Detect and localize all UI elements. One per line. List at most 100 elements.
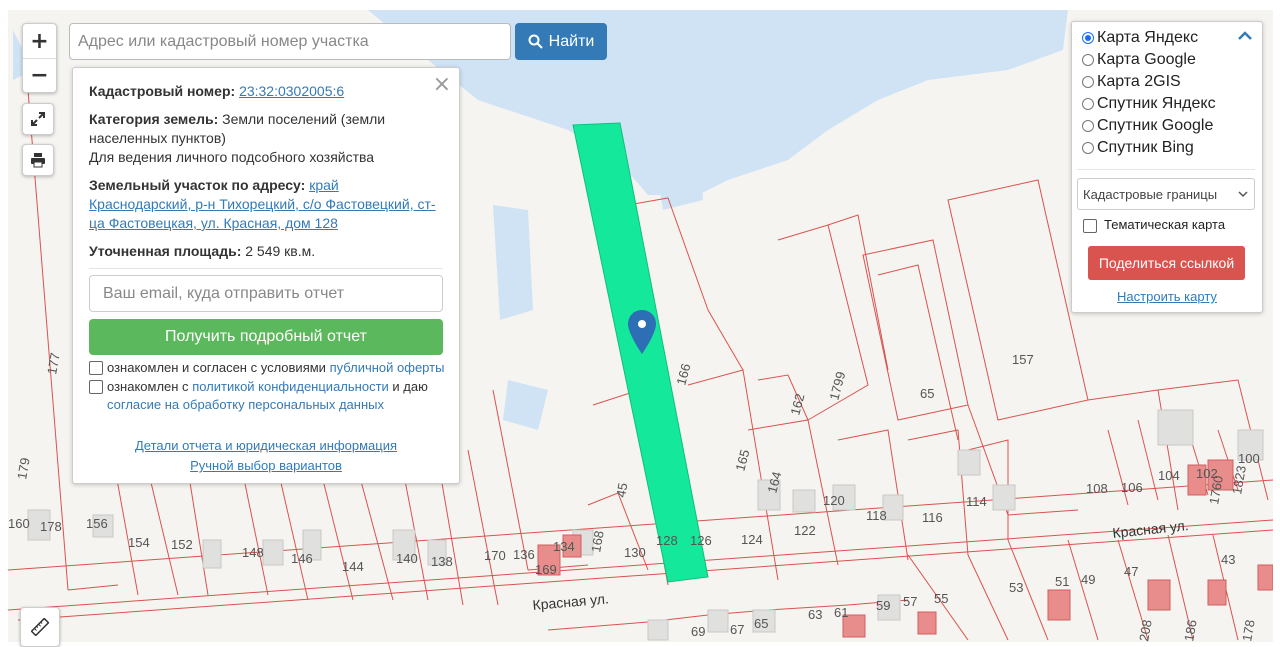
pond bbox=[503, 380, 548, 430]
cadastral-number-link[interactable]: 23:32:0302005:6 bbox=[239, 83, 344, 99]
radio-button[interactable] bbox=[1082, 98, 1094, 110]
parcel-number: 136 bbox=[513, 547, 535, 562]
area-label: Уточненная площадь: bbox=[89, 243, 242, 259]
parcel-number: 1799 bbox=[826, 370, 848, 402]
parcel-number: 160 bbox=[8, 516, 30, 531]
parcel-number: 130 bbox=[624, 545, 646, 560]
offer-link[interactable]: публичной оферты bbox=[330, 360, 445, 375]
fullscreen-button[interactable] bbox=[22, 103, 54, 135]
search-input[interactable] bbox=[69, 23, 511, 60]
report-details-link[interactable]: Детали отчета и юридическая информация bbox=[73, 437, 459, 455]
parcel-number: 124 bbox=[741, 532, 763, 547]
chevron-up-icon[interactable] bbox=[1238, 28, 1252, 46]
parcel-number: 108 bbox=[1086, 481, 1108, 496]
parcel-number: 134 bbox=[553, 539, 575, 554]
area-row: Уточненная площадь: 2 549 кв.м. bbox=[89, 242, 315, 261]
parcel-number: 138 bbox=[431, 554, 453, 569]
parcel-number: 148 bbox=[242, 545, 264, 560]
overlay-select-value: Кадастровые границы bbox=[1083, 186, 1218, 202]
pond bbox=[493, 205, 533, 320]
parcel-number: 47 bbox=[1124, 564, 1138, 579]
parcel-number: 57 bbox=[903, 594, 917, 609]
parcel-number: 120 bbox=[823, 493, 845, 508]
search-button-label: Найти bbox=[548, 32, 595, 50]
parcel-number: 69 bbox=[691, 624, 705, 639]
parcel-number: 116 bbox=[922, 510, 943, 525]
privacy-and-text: и даю bbox=[392, 379, 428, 394]
thematic-map-label: Тематическая карта bbox=[1104, 217, 1226, 232]
parcel-number: 106 bbox=[1121, 480, 1143, 495]
parcel-number: 45 bbox=[613, 482, 630, 499]
layer-google-satellite[interactable]: Спутник Google bbox=[1082, 117, 1213, 135]
usage-text: Для ведения личного подсобного хозяйства bbox=[89, 149, 375, 165]
parcel-number: 156 bbox=[86, 516, 108, 531]
parcel-number: 179 bbox=[14, 457, 33, 481]
offer-checkbox[interactable] bbox=[89, 361, 103, 375]
print-button[interactable] bbox=[22, 144, 54, 176]
layer-google-map[interactable]: Карта Google bbox=[1082, 51, 1196, 69]
printer-icon bbox=[31, 153, 45, 168]
parcel-number: 114 bbox=[966, 494, 987, 509]
street-label: Красная ул. bbox=[1112, 517, 1190, 541]
thematic-map-checkbox[interactable] bbox=[1083, 219, 1097, 233]
close-icon[interactable]: × bbox=[433, 72, 451, 97]
parcel-number: 104 bbox=[1158, 468, 1180, 483]
radio-button[interactable] bbox=[1082, 32, 1094, 44]
parcel-number: 157 bbox=[1012, 352, 1034, 367]
email-field[interactable] bbox=[89, 275, 443, 312]
radio-button[interactable] bbox=[1082, 142, 1094, 154]
parcel-number: 63 bbox=[808, 607, 822, 622]
chevron-down-icon bbox=[1238, 191, 1248, 198]
layer-label: Спутник Яндекс bbox=[1097, 95, 1216, 112]
ruler-button[interactable] bbox=[20, 607, 60, 647]
parcel-number: 49 bbox=[1081, 572, 1095, 587]
parcel-number: 170 bbox=[484, 548, 506, 563]
parcel-number: 126 bbox=[690, 533, 712, 548]
zoom-in-button[interactable]: + bbox=[23, 25, 56, 58]
offer-agreement-text: ознакомлен и согласен с условиями публич… bbox=[107, 359, 444, 377]
parcel-number: 146 bbox=[291, 551, 313, 566]
parcel-number: 166 bbox=[673, 362, 693, 387]
get-report-button[interactable]: Получить подробный отчет bbox=[89, 319, 443, 355]
cadastral-label: Кадастровый номер: bbox=[89, 83, 236, 99]
consent-link[interactable]: согласие на обработку персональных данны… bbox=[107, 397, 384, 412]
layer-2gis-map[interactable]: Карта 2GIS bbox=[1082, 73, 1181, 91]
parcel-number: 128 bbox=[656, 533, 678, 548]
parcel-number: 186 bbox=[1181, 619, 1200, 642]
configure-map-link[interactable]: Настроить карту bbox=[1072, 289, 1262, 304]
parcel-number: 100 bbox=[1238, 451, 1260, 466]
radio-button[interactable] bbox=[1082, 54, 1094, 66]
divider bbox=[89, 268, 443, 269]
search-button[interactable]: Найти bbox=[515, 23, 607, 60]
parcel-number: 43 bbox=[1221, 552, 1235, 567]
parcel-number: 144 bbox=[342, 559, 364, 574]
layer-bing-satellite[interactable]: Спутник Bing bbox=[1082, 139, 1194, 157]
cadastral-number-row: Кадастровый номер: 23:32:0302005:6 bbox=[89, 82, 344, 101]
layer-yandex-satellite[interactable]: Спутник Яндекс bbox=[1082, 95, 1216, 113]
layer-label: Спутник Bing bbox=[1097, 139, 1194, 156]
category-label: Категория земель: bbox=[89, 111, 219, 127]
radio-button[interactable] bbox=[1082, 120, 1094, 132]
parcel-number: 169 bbox=[535, 562, 557, 577]
parcel-number: 51 bbox=[1055, 574, 1069, 589]
layer-label: Карта 2GIS bbox=[1097, 73, 1181, 90]
radio-button[interactable] bbox=[1082, 76, 1094, 88]
privacy-text: ознакомлен с bbox=[107, 379, 189, 394]
parcel-number: 178 bbox=[40, 519, 62, 534]
category-row: Категория земель: Земли поселений (земли… bbox=[89, 110, 389, 148]
parcel-number: 59 bbox=[876, 598, 890, 613]
parcel-number: 55 bbox=[934, 591, 948, 606]
privacy-link[interactable]: политикой конфиденциальности bbox=[192, 379, 389, 394]
share-link-button[interactable]: Поделиться ссылкой bbox=[1088, 246, 1245, 280]
ruler-icon bbox=[31, 618, 49, 636]
zoom-control: + − bbox=[22, 23, 57, 93]
layer-yandex-map[interactable]: Карта Яндекс bbox=[1082, 29, 1198, 47]
privacy-checkbox[interactable] bbox=[89, 380, 103, 394]
privacy-agreement-text: ознакомлен с политикой конфиденциальност… bbox=[107, 378, 447, 414]
zoom-out-button[interactable]: − bbox=[23, 57, 56, 92]
parcel-info-panel: × Кадастровый номер: 23:32:0302005:6 Кат… bbox=[72, 67, 460, 484]
pond bbox=[648, 120, 703, 210]
manual-selection-link[interactable]: Ручной выбор вариантов bbox=[73, 457, 459, 475]
overlay-select[interactable]: Кадастровые границы bbox=[1077, 178, 1255, 210]
parcel-number: 118 bbox=[866, 508, 887, 523]
